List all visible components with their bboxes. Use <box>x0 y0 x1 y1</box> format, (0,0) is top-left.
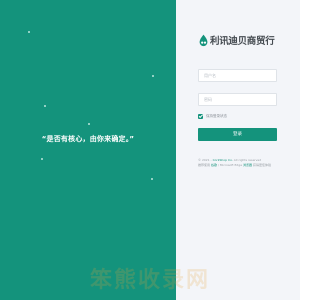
brand-name: 利讯迪贝商贸行 <box>210 36 275 47</box>
sparkle-decoration <box>88 123 90 125</box>
login-button[interactable]: 登录 <box>198 128 277 141</box>
password-input[interactable] <box>198 93 277 106</box>
footer-text: 获得更佳体验 <box>252 163 271 167</box>
remember-me[interactable]: 保持登录状态 <box>198 114 227 119</box>
footer-text: © 2021 - <box>198 158 213 162</box>
brand-logo: 利讯迪贝商贸行 <box>198 33 275 47</box>
sparkle-decoration <box>28 31 30 33</box>
username-input[interactable] <box>198 69 277 82</box>
footer-text: / Microsoft Edge <box>216 163 244 167</box>
drop-cart-icon <box>199 34 208 46</box>
sparkle-decoration <box>151 178 153 180</box>
browser-link[interactable]: 浏览器 <box>243 163 252 167</box>
remember-label: 保持登录状态 <box>206 114 227 118</box>
footer-browser-note: 推荐使用 谷歌 / Microsoft Edge 浏览器 获得更佳体验 <box>198 163 294 167</box>
footer-copyright: © 2021 - CorkShop Co. All rights reserve… <box>198 158 294 162</box>
watermark: 笨熊收录网 <box>89 268 210 293</box>
footer-text: 推荐使用 <box>198 163 211 167</box>
company-link[interactable]: CorkShop Co. <box>213 158 233 162</box>
remember-checkbox[interactable] <box>198 114 203 119</box>
login-panel: 利讯迪贝商贸行 保持登录状态 登录 © 2021 - CorkShop Co. … <box>176 0 300 300</box>
sparkle-decoration <box>152 75 154 77</box>
left-panel: “是否有核心，由你来确定。” <box>0 0 176 300</box>
slogan: “是否有核心，由你来确定。” <box>41 135 135 143</box>
footer-text: All rights reserved <box>232 158 262 162</box>
sparkle-decoration <box>44 105 46 107</box>
sparkle-decoration <box>41 158 43 160</box>
